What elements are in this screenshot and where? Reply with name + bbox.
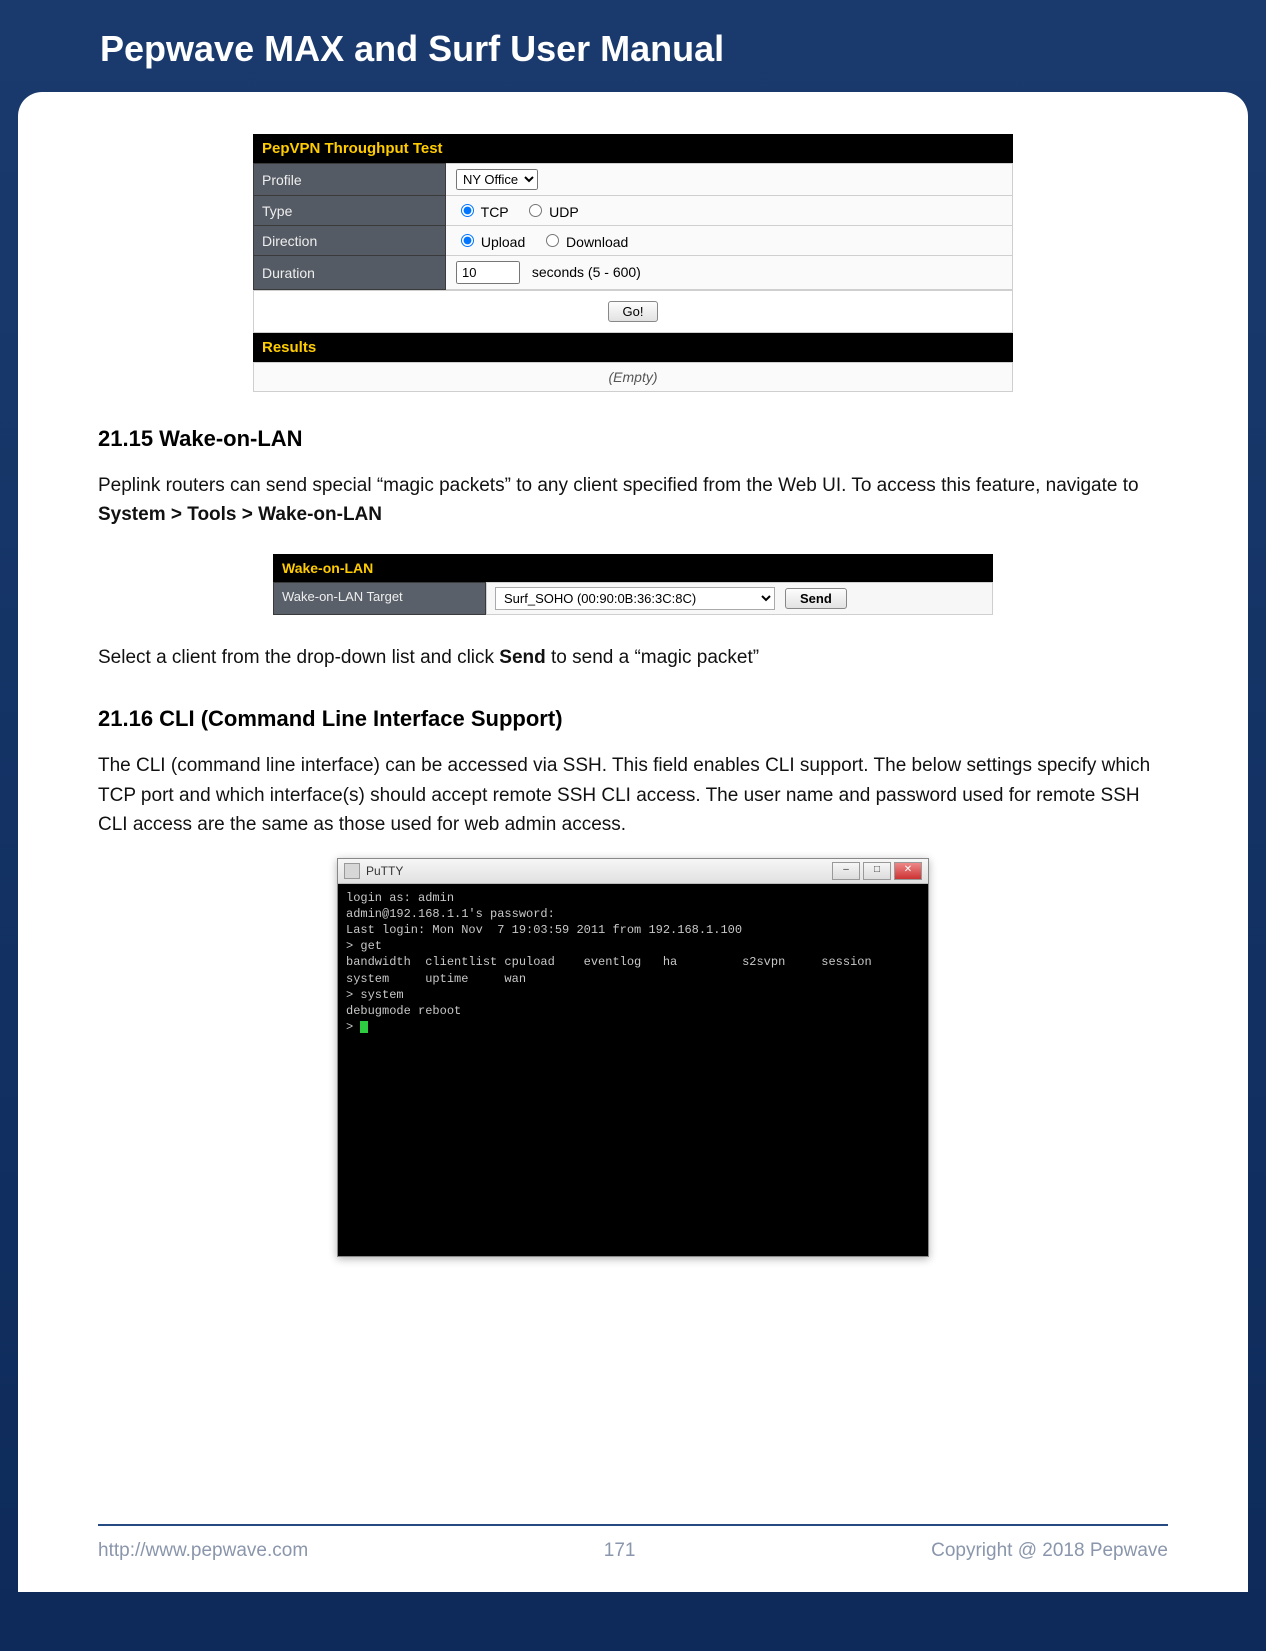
content-area: PepVPN Throughput Test Profile NY Office… xyxy=(18,92,1248,1592)
section-heading-wol: 21.15 Wake-on-LAN xyxy=(98,426,1168,452)
duration-label: Duration xyxy=(254,256,446,290)
wol-paragraph-1: Peplink routers can send special “magic … xyxy=(98,471,1168,530)
close-button[interactable]: ✕ xyxy=(894,862,922,880)
putty-body[interactable]: login as: admin admin@192.168.1.1's pass… xyxy=(338,884,928,1256)
wol-paragraph-2: Select a client from the drop-down list … xyxy=(98,643,1168,672)
go-row: Go! xyxy=(253,290,1013,333)
header-band: Pepwave MAX and Surf User Manual xyxy=(0,0,1266,92)
document-title: Pepwave MAX and Surf User Manual xyxy=(100,28,1166,70)
footer-url: http://www.pepwave.com xyxy=(98,1540,308,1562)
putty-titlebar: PuTTY – □ ✕ xyxy=(338,859,928,884)
direction-upload-radio[interactable] xyxy=(461,234,474,247)
direction-download-option[interactable]: Download xyxy=(541,234,628,250)
wol-panel-title: Wake-on-LAN xyxy=(273,554,993,582)
profile-label: Profile xyxy=(254,164,446,196)
putty-title: PuTTY xyxy=(366,864,403,878)
type-tcp-radio[interactable] xyxy=(461,204,474,217)
profile-select[interactable]: NY Office xyxy=(456,169,538,190)
footer-page-number: 171 xyxy=(604,1540,636,1562)
wol-target-label: Wake-on-LAN Target xyxy=(273,582,486,615)
direction-download-radio[interactable] xyxy=(546,234,559,247)
wol-panel: Wake-on-LAN Wake-on-LAN Target Surf_SOHO… xyxy=(273,554,993,615)
direction-label: Direction xyxy=(254,226,446,256)
window-buttons: – □ ✕ xyxy=(832,862,922,880)
send-button[interactable]: Send xyxy=(785,588,847,609)
minimize-button[interactable]: – xyxy=(832,862,860,880)
go-button[interactable]: Go! xyxy=(608,301,659,322)
type-label: Type xyxy=(254,196,446,226)
putty-icon xyxy=(344,863,360,879)
cli-paragraph: The CLI (command line interface) can be … xyxy=(98,751,1168,839)
footer-copyright: Copyright @ 2018 Pepwave xyxy=(931,1540,1168,1562)
type-udp-option[interactable]: UDP xyxy=(524,204,578,220)
page-frame: Pepwave MAX and Surf User Manual PepVPN … xyxy=(0,0,1266,1651)
putty-window: PuTTY – □ ✕ login as: admin admin@192.16… xyxy=(337,858,929,1257)
type-tcp-option[interactable]: TCP xyxy=(456,204,512,220)
direction-upload-option[interactable]: Upload xyxy=(456,234,529,250)
pepvpn-throughput-panel: PepVPN Throughput Test Profile NY Office… xyxy=(253,134,1013,392)
duration-input[interactable] xyxy=(456,261,520,284)
results-empty: (Empty) xyxy=(253,362,1013,392)
maximize-button[interactable]: □ xyxy=(863,862,891,880)
pepvpn-panel-title: PepVPN Throughput Test xyxy=(253,134,1013,163)
section-heading-cli: 21.16 CLI (Command Line Interface Suppor… xyxy=(98,706,1168,732)
wol-target-select[interactable]: Surf_SOHO (00:90:0B:36:3C:8C) xyxy=(495,587,775,610)
results-title: Results xyxy=(253,333,1013,362)
terminal-output: login as: admin admin@192.168.1.1's pass… xyxy=(346,890,920,1036)
terminal-cursor xyxy=(360,1021,368,1033)
page-footer: http://www.pepwave.com 171 Copyright @ 2… xyxy=(98,1524,1168,1562)
duration-suffix: seconds (5 - 600) xyxy=(532,264,641,280)
type-udp-radio[interactable] xyxy=(529,204,542,217)
